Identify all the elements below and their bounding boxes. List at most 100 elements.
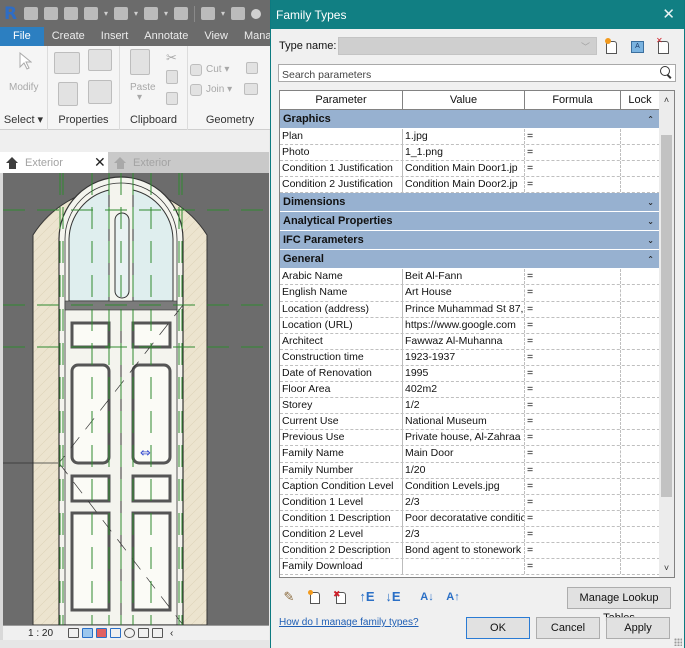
copy-icon[interactable] [166,70,178,84]
expand-icon[interactable]: ⌄ [647,212,654,231]
crop-region-icon[interactable] [138,628,149,638]
search-input[interactable] [279,67,649,83]
formula-cell[interactable]: = [525,494,621,510]
save-icon[interactable] [64,7,78,20]
value-cell[interactable]: Beit Al-Fann [403,269,525,285]
formula-cell[interactable]: = [525,269,621,285]
formula-cell[interactable]: = [525,526,621,542]
select-group-label[interactable]: Select ▾ [0,113,47,126]
undo-icon[interactable] [114,7,129,20]
scroll-thumb[interactable] [661,135,672,497]
join-geometry-label[interactable]: Join ▾ [206,84,232,95]
move-parameter-down-icon[interactable]: ↓E [385,589,401,605]
lock-cell[interactable] [621,333,660,349]
ok-button[interactable]: OK [466,617,530,639]
revit-logo-icon[interactable]: R [4,4,18,24]
value-cell[interactable]: 1/20 [403,462,525,478]
lock-cell[interactable] [621,349,660,365]
formula-cell[interactable]: = [525,129,621,145]
formula-cell[interactable]: = [525,559,621,575]
type-properties-icon[interactable] [54,52,80,74]
value-cell[interactable]: https://www.google.com [403,317,525,333]
lock-cell[interactable] [621,269,660,285]
wall-joins-icon[interactable] [246,62,258,74]
value-cell[interactable]: Art House [403,285,525,301]
formula-cell[interactable]: = [525,317,621,333]
value-cell[interactable]: Prince Muhammad St 87, A [403,301,525,317]
value-cell[interactable]: Main Door [403,446,525,462]
value-cell[interactable]: National Museum [403,414,525,430]
lock-cell[interactable] [621,430,660,446]
formula-cell[interactable]: = [525,414,621,430]
formula-cell[interactable]: = [525,333,621,349]
value-cell[interactable]: 1995 [403,365,525,382]
cancel-button[interactable]: Cancel [536,617,600,639]
column-header-value[interactable]: Value [403,91,525,109]
ribbon-tab-annotate[interactable]: Annotate [136,27,196,46]
group-header[interactable]: Analytical Properties ⌄ [280,212,660,232]
paste-label[interactable]: Paste [130,82,156,93]
type-name-select[interactable]: ﹀ [338,37,597,55]
lock-cell[interactable] [621,398,660,414]
delete-parameter-icon[interactable]: ✖ [333,589,349,605]
visual-style-icon[interactable] [82,628,93,638]
formula-cell[interactable]: = [525,365,621,382]
formula-cell[interactable]: = [525,349,621,365]
match-properties-icon[interactable] [166,92,178,105]
value-cell[interactable]: 2/3 [403,494,525,510]
formula-cell[interactable]: = [525,462,621,478]
paste-icon[interactable] [130,49,150,75]
value-cell[interactable]: Condition Main Door1.jp [403,161,525,177]
lock-cell[interactable] [621,129,660,145]
resize-grip[interactable] [674,638,682,646]
value-cell[interactable]: 1/2 [403,398,525,414]
lock-cell[interactable] [621,382,660,398]
family-category-icon[interactable] [88,49,112,71]
formula-cell[interactable]: = [525,301,621,317]
home-icon[interactable] [24,7,38,20]
paste-dropdown-icon[interactable]: ▾ [137,92,142,103]
dimension-icon[interactable] [231,7,246,20]
sort-ascending-icon[interactable]: A↓ [419,589,435,605]
value-cell[interactable]: Private house, Al-Zahraa Sc [403,430,525,446]
formula-cell[interactable]: = [525,430,621,446]
split-face-icon[interactable] [244,83,258,95]
temporary-hide-icon[interactable] [124,628,135,638]
new-parameter-icon[interactable] [307,589,323,605]
notification-icon[interactable] [251,8,262,19]
value-cell[interactable] [403,559,525,575]
manage-lookup-tables-button[interactable]: Manage Lookup Tables [567,587,671,624]
lock-cell[interactable] [621,285,660,301]
scroll-down-icon[interactable]: ˅ [659,560,674,576]
ribbon-tab-insert[interactable]: Insert [93,27,137,46]
help-link[interactable]: How do I manage family types? [279,617,419,628]
print-icon[interactable] [174,7,189,20]
formula-cell[interactable]: = [525,398,621,414]
view-tab-exterior-active[interactable]: Exterior ✕ [0,152,108,173]
vertical-scrollbar[interactable]: ˄ ˅ [659,91,674,577]
formula-cell[interactable]: = [525,161,621,177]
family-types-icon[interactable] [88,80,112,104]
close-icon[interactable]: ✕ [662,5,675,23]
value-cell[interactable]: 1.jpg [403,129,525,145]
lock-cell[interactable] [621,317,660,333]
lock-cell[interactable] [621,301,660,317]
rename-type-button[interactable]: A [630,38,646,55]
lock-cell[interactable] [621,510,660,526]
join-geometry-icon[interactable] [190,84,202,96]
new-type-button[interactable] [604,38,620,55]
ribbon-tab-file[interactable]: File [0,27,44,46]
sun-path-off-icon[interactable] [96,628,107,638]
view-tab-exterior[interactable]: Exterior [111,152,211,173]
delete-type-button[interactable]: ✕ [656,36,672,55]
formula-cell[interactable]: = [525,382,621,398]
shadows-icon[interactable] [110,628,121,638]
detail-level-icon[interactable] [68,628,79,638]
expand-icon[interactable]: ⌄ [647,231,654,250]
redo-icon[interactable] [144,7,159,20]
column-header-lock[interactable]: Lock [621,91,660,109]
lock-cell[interactable] [621,526,660,542]
view-scale[interactable]: 1 : 20 [28,628,68,639]
formula-cell[interactable]: = [525,542,621,559]
group-header[interactable]: Graphics ⌃ [280,110,660,129]
